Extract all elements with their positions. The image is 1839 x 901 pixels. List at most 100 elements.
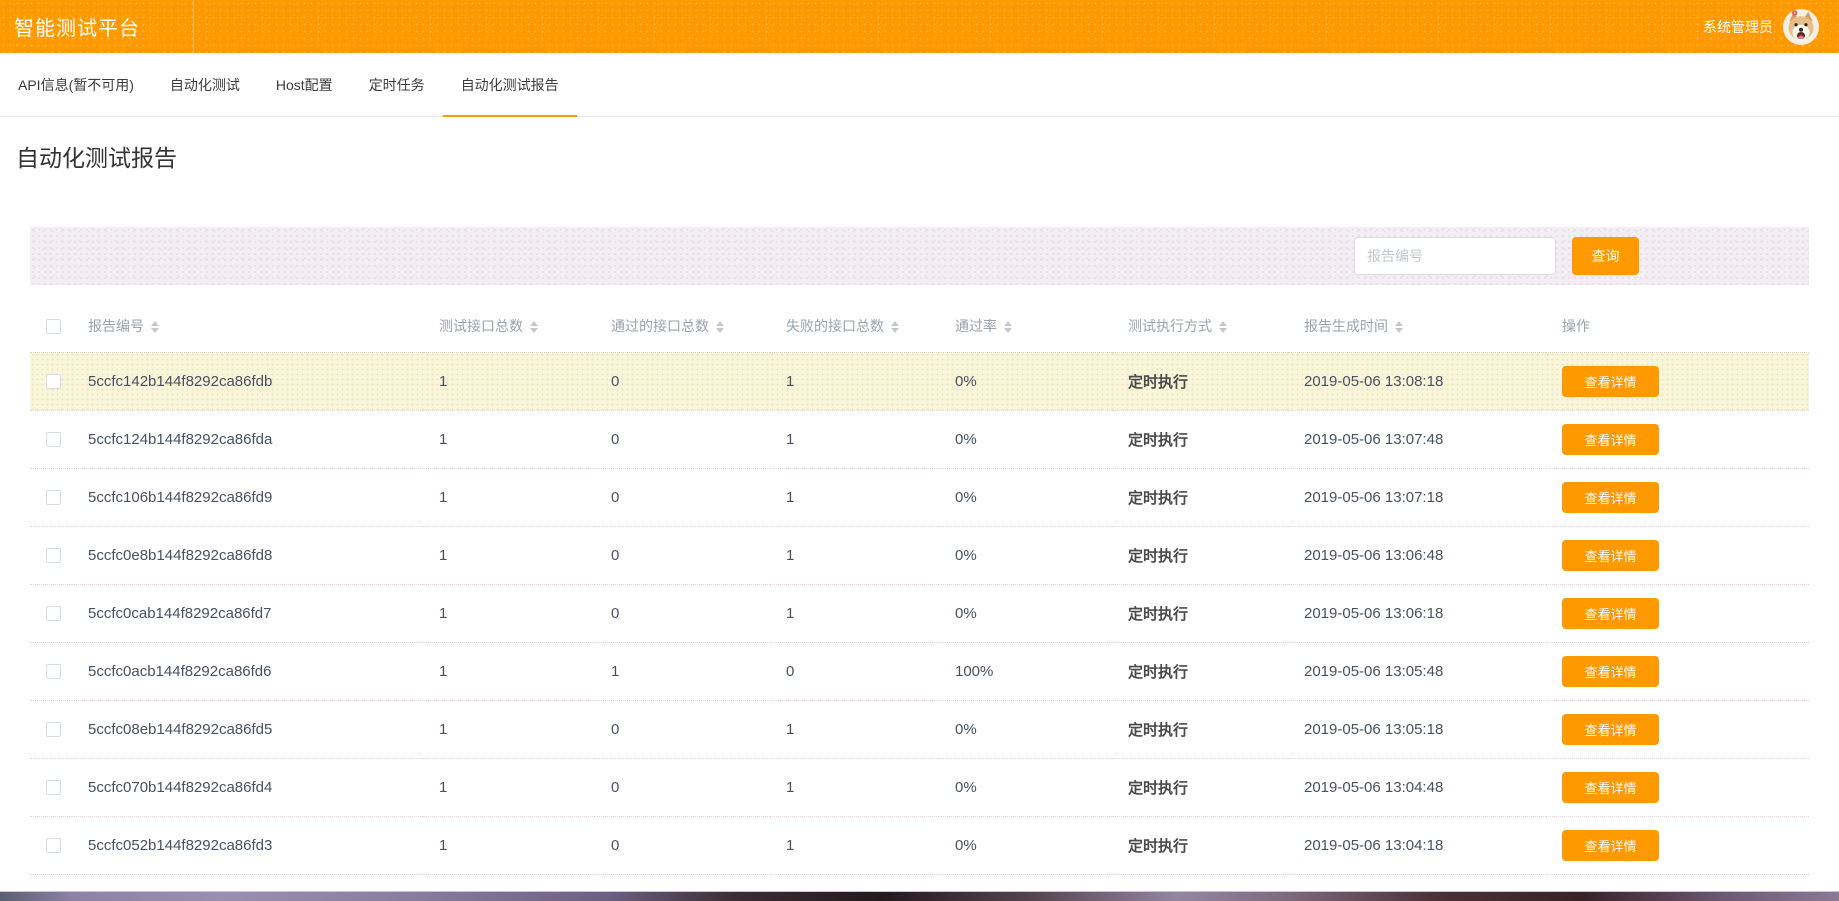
table-row: 5ccfc142b144f8292ca86fdb 1 0 1 0% 定时执行 2…	[30, 352, 1809, 410]
view-detail-button[interactable]: 查看详情	[1562, 539, 1659, 571]
tab-5[interactable]: 自动化测试报告	[442, 53, 577, 117]
row-checkbox[interactable]	[46, 490, 61, 506]
view-detail-button[interactable]: 查看详情	[1562, 597, 1659, 629]
exec-mode-cell: 定时执行	[1128, 663, 1189, 681]
table-row: 5ccfc052b144f8292ca86fd3 1 0 1 0% 定时执行 2…	[30, 816, 1809, 874]
user-area: 系统管理员	[1703, 8, 1819, 45]
view-detail-button[interactable]: 查看详情	[1562, 481, 1659, 513]
row-checkbox[interactable]	[46, 432, 61, 448]
sort-icon[interactable]	[891, 321, 899, 334]
passed-cell: 0	[611, 430, 620, 448]
created-time-cell: 2019-05-06 13:07:48	[1304, 430, 1444, 448]
tab-1[interactable]: API信息(暂不可用)	[0, 53, 152, 116]
total-cell: 1	[439, 778, 448, 796]
column-header[interactable]: 测试执行方式	[1112, 300, 1288, 352]
view-detail-button[interactable]: 查看详情	[1562, 423, 1659, 455]
sort-icon[interactable]	[716, 321, 724, 334]
row-checkbox[interactable]	[46, 606, 61, 622]
table-header-row: 报告编号 测试接口总数 通过的接口总数 失败的接口总数 通过率 测试执行方式 报…	[30, 300, 1809, 352]
row-checkbox[interactable]	[46, 838, 61, 854]
row-checkbox[interactable]	[46, 722, 61, 738]
row-checkbox[interactable]	[46, 548, 61, 564]
report-id-input[interactable]	[1354, 237, 1556, 275]
app-header: 智能测试平台 系统管理员	[0, 0, 1839, 53]
user-name[interactable]: 系统管理员	[1703, 17, 1773, 37]
view-detail-button[interactable]: 查看详情	[1562, 829, 1659, 861]
select-all-checkbox[interactable]	[46, 319, 61, 335]
action-cell: 查看详情	[1546, 642, 1809, 700]
tab-4[interactable]: 定时任务	[351, 53, 443, 116]
failed-cell: 1	[786, 604, 795, 622]
total-cell: 1	[439, 836, 448, 854]
exec-mode-cell: 定时执行	[1128, 431, 1189, 449]
table-row: 5ccfc106b144f8292ca86fd9 1 0 1 0% 定时执行 2…	[30, 468, 1809, 526]
sort-icon[interactable]	[1004, 321, 1012, 334]
created-time-cell: 2019-05-06 13:06:48	[1304, 546, 1444, 564]
desktop-wallpaper-strip	[0, 890, 1839, 901]
row-checkbox[interactable]	[46, 664, 61, 680]
passed-cell: 1	[611, 662, 620, 680]
column-header[interactable]: 通过率	[939, 300, 1112, 352]
total-cell: 1	[439, 372, 448, 390]
sort-icon[interactable]	[1395, 321, 1403, 334]
created-time-cell: 2019-05-06 13:08:18	[1304, 372, 1444, 390]
created-time-cell: 2019-05-06 13:07:18	[1304, 488, 1444, 506]
checkbox-cell	[30, 584, 72, 642]
passed-cell: 0	[611, 720, 620, 738]
column-header[interactable]: 失败的接口总数	[770, 300, 939, 352]
action-cell: 查看详情	[1546, 352, 1809, 410]
row-checkbox[interactable]	[46, 780, 61, 796]
created-time-cell: 2019-05-06 13:05:18	[1304, 720, 1444, 738]
report-id-cell: 5ccfc08eb144f8292ca86fd5	[88, 720, 273, 738]
column-header[interactable]: 操作	[1546, 300, 1809, 352]
report-id-cell: 5ccfc0e8b144f8292ca86fd8	[88, 546, 273, 564]
column-header[interactable]: 报告生成时间	[1288, 300, 1546, 352]
checkbox-cell	[30, 816, 72, 874]
total-cell: 1	[439, 488, 448, 506]
tab-bar: API信息(暂不可用) 自动化测试 Host配置 定时任务 自动化测试报告	[0, 53, 1839, 117]
checkbox-cell	[30, 642, 72, 700]
total-cell: 1	[439, 662, 448, 680]
total-cell: 1	[439, 430, 448, 448]
sort-icon[interactable]	[151, 321, 159, 334]
column-header-label: 测试接口总数	[439, 317, 523, 334]
view-detail-button[interactable]: 查看详情	[1562, 713, 1659, 745]
report-id-cell: 5ccfc124b144f8292ca86fda	[88, 430, 273, 448]
pass-rate-cell: 0%	[955, 488, 977, 506]
column-header[interactable]: 测试接口总数	[423, 300, 595, 352]
sort-icon[interactable]	[530, 321, 538, 334]
column-header[interactable]: 通过的接口总数	[595, 300, 770, 352]
sort-icon[interactable]	[1219, 321, 1227, 334]
checkbox-cell	[30, 352, 72, 410]
row-checkbox[interactable]	[46, 374, 61, 390]
checkbox-cell	[30, 526, 72, 584]
filter-bar: 查询	[30, 227, 1809, 285]
column-header-label: 报告编号	[88, 317, 144, 334]
passed-cell: 0	[611, 546, 620, 564]
column-header-label: 通过率	[955, 317, 997, 334]
user-avatar[interactable]	[1783, 8, 1819, 45]
column-header-label: 报告生成时间	[1304, 317, 1388, 334]
created-time-cell: 2019-05-06 13:06:18	[1304, 604, 1444, 622]
created-time-cell: 2019-05-06 13:04:18	[1304, 836, 1444, 854]
exec-mode-cell: 定时执行	[1128, 837, 1189, 855]
tab-2[interactable]: 自动化测试	[152, 53, 258, 116]
created-time-cell: 2019-05-06 13:04:48	[1304, 778, 1444, 796]
passed-cell: 0	[611, 604, 620, 622]
failed-cell: 0	[786, 662, 795, 680]
tab-3[interactable]: Host配置	[258, 53, 351, 116]
table-row: 5ccfc070b144f8292ca86fd4 1 0 1 0% 定时执行 2…	[30, 758, 1809, 816]
pass-rate-cell: 100%	[955, 662, 994, 680]
passed-cell: 0	[611, 488, 620, 506]
action-cell: 查看详情	[1546, 584, 1809, 642]
search-button[interactable]: 查询	[1572, 237, 1639, 275]
column-header-label: 操作	[1562, 317, 1590, 334]
failed-cell: 1	[786, 372, 795, 390]
pass-rate-cell: 0%	[955, 720, 977, 738]
total-cell: 1	[439, 546, 448, 564]
view-detail-button[interactable]: 查看详情	[1562, 771, 1659, 803]
action-cell: 查看详情	[1546, 816, 1809, 874]
view-detail-button[interactable]: 查看详情	[1562, 365, 1659, 397]
view-detail-button[interactable]: 查看详情	[1562, 655, 1659, 687]
column-header[interactable]: 报告编号	[72, 300, 423, 352]
